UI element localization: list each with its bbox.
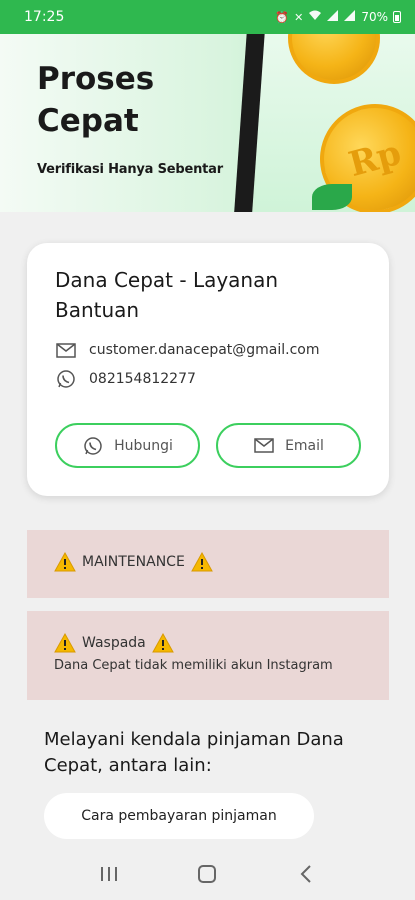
battery-percent: 70% [361, 10, 388, 24]
recents-button[interactable] [94, 859, 124, 889]
coin-label: Rp [344, 132, 406, 186]
card-title: Dana Cepat - Layanan Bantuan [55, 268, 279, 322]
mail-icon [55, 341, 77, 359]
signal-icon [327, 10, 339, 24]
promo-banner: Rp Proses Cepat Verifikasi Hanya Sebenta… [0, 34, 415, 212]
payment-topic-chip[interactable]: Cara pembayaran pinjaman [44, 793, 314, 839]
hubungi-label: Hubungi [114, 437, 173, 454]
phone-row[interactable]: 082154812277 [55, 370, 196, 388]
signal-icon-2 [344, 10, 356, 24]
recents-icon [101, 867, 118, 881]
banner-title-line2: Cepat [37, 103, 139, 139]
warning-icon [54, 633, 76, 653]
payment-topic-label: Cara pembayaran pinjaman [81, 808, 277, 824]
wifi-icon [308, 10, 322, 24]
home-button[interactable] [192, 859, 222, 889]
whatsapp-icon [82, 436, 104, 455]
services-heading: Melayani kendala pinjaman Dana Cepat, an… [44, 729, 344, 776]
leaf-illustration [312, 184, 352, 210]
maintenance-text: MAINTENANCE [82, 554, 185, 570]
waspada-title: Waspada [82, 635, 146, 651]
alarm-icon: ⏰ [275, 10, 290, 24]
warning-icon [190, 552, 213, 572]
banner-title: Proses Cepat [37, 58, 154, 142]
back-button[interactable] [291, 859, 321, 889]
hubungi-button[interactable]: Hubungi [55, 423, 200, 468]
status-time: 17:25 [24, 9, 65, 25]
warning-icon [54, 552, 76, 572]
email-label: Email [285, 437, 324, 454]
whatsapp-icon [55, 370, 77, 388]
mute-icon: ✕ [294, 10, 304, 24]
warning-icon [151, 633, 174, 653]
banner-subtitle: Verifikasi Hanya Sebentar [37, 162, 223, 177]
email-button[interactable]: Email [216, 423, 361, 468]
waspada-line: Waspada [54, 633, 174, 653]
back-icon [300, 865, 311, 883]
maintenance-line: MAINTENANCE [54, 552, 213, 572]
banner-title-line1: Proses [37, 61, 155, 97]
email-text: customer.danacepat@gmail.com [89, 342, 320, 358]
system-nav-bar [0, 848, 415, 900]
battery-icon [393, 11, 401, 23]
email-row[interactable]: customer.danacepat@gmail.com [55, 341, 320, 359]
status-icons: ⏰ ✕ 70% [275, 10, 401, 24]
mail-icon [253, 437, 275, 455]
contact-card: Dana Cepat - Layanan Bantuan customer.da… [27, 243, 389, 496]
waspada-alert: Waspada Dana Cepat tidak memiliki akun I… [27, 611, 389, 700]
maintenance-alert: MAINTENANCE [27, 530, 389, 598]
home-icon [198, 865, 217, 883]
status-bar: 17:25 ⏰ ✕ 70% [0, 0, 415, 34]
waspada-description: Dana Cepat tidak memiliki akun Instagram [54, 658, 333, 673]
phone-text: 082154812277 [89, 371, 196, 387]
